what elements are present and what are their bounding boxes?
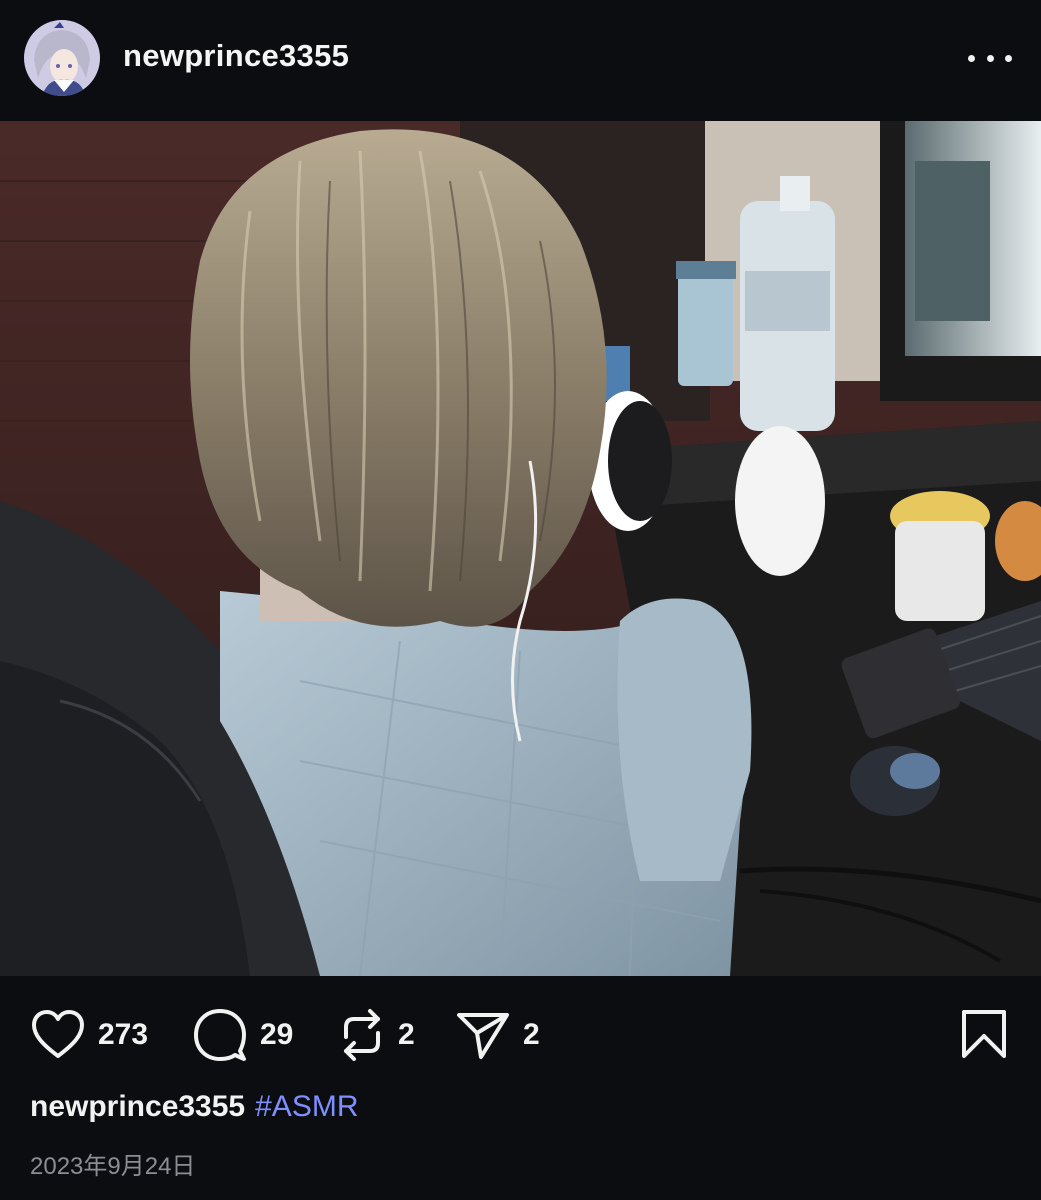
post-username[interactable]: newprince3355	[123, 38, 349, 74]
repost-count: 2	[398, 1018, 415, 1051]
bookmark-button[interactable]	[960, 1008, 1008, 1065]
post-date: 2023年9月24日	[30, 1153, 196, 1180]
comment-count: 29	[260, 1018, 294, 1051]
repost-button[interactable]: 2	[338, 1000, 415, 1070]
like-button[interactable]: 273	[30, 1000, 148, 1070]
post-header: newprince3355	[0, 0, 1041, 120]
like-count: 273	[98, 1018, 149, 1051]
bookmark-icon	[962, 1010, 1006, 1058]
photo-image	[0, 121, 1041, 976]
share-count: 2	[523, 1018, 540, 1051]
caption-username[interactable]: newprince3355	[30, 1090, 245, 1124]
more-horizontal-icon[interactable]	[968, 40, 1012, 76]
comment-icon	[194, 1009, 246, 1061]
heart-icon	[32, 1010, 84, 1058]
post-actions: 273 29 2 2	[0, 1000, 1041, 1070]
send-icon	[457, 1013, 509, 1059]
comment-button[interactable]: 29	[192, 1000, 293, 1070]
avatar[interactable]	[24, 20, 100, 96]
caption-hashtag[interactable]: #ASMR	[255, 1090, 358, 1124]
share-button[interactable]: 2	[455, 1000, 540, 1070]
repost-icon	[344, 1009, 380, 1061]
avatar-image	[24, 20, 100, 96]
post-caption: newprince3355 #ASMR	[30, 1090, 358, 1124]
post-photo[interactable]	[0, 121, 1041, 976]
